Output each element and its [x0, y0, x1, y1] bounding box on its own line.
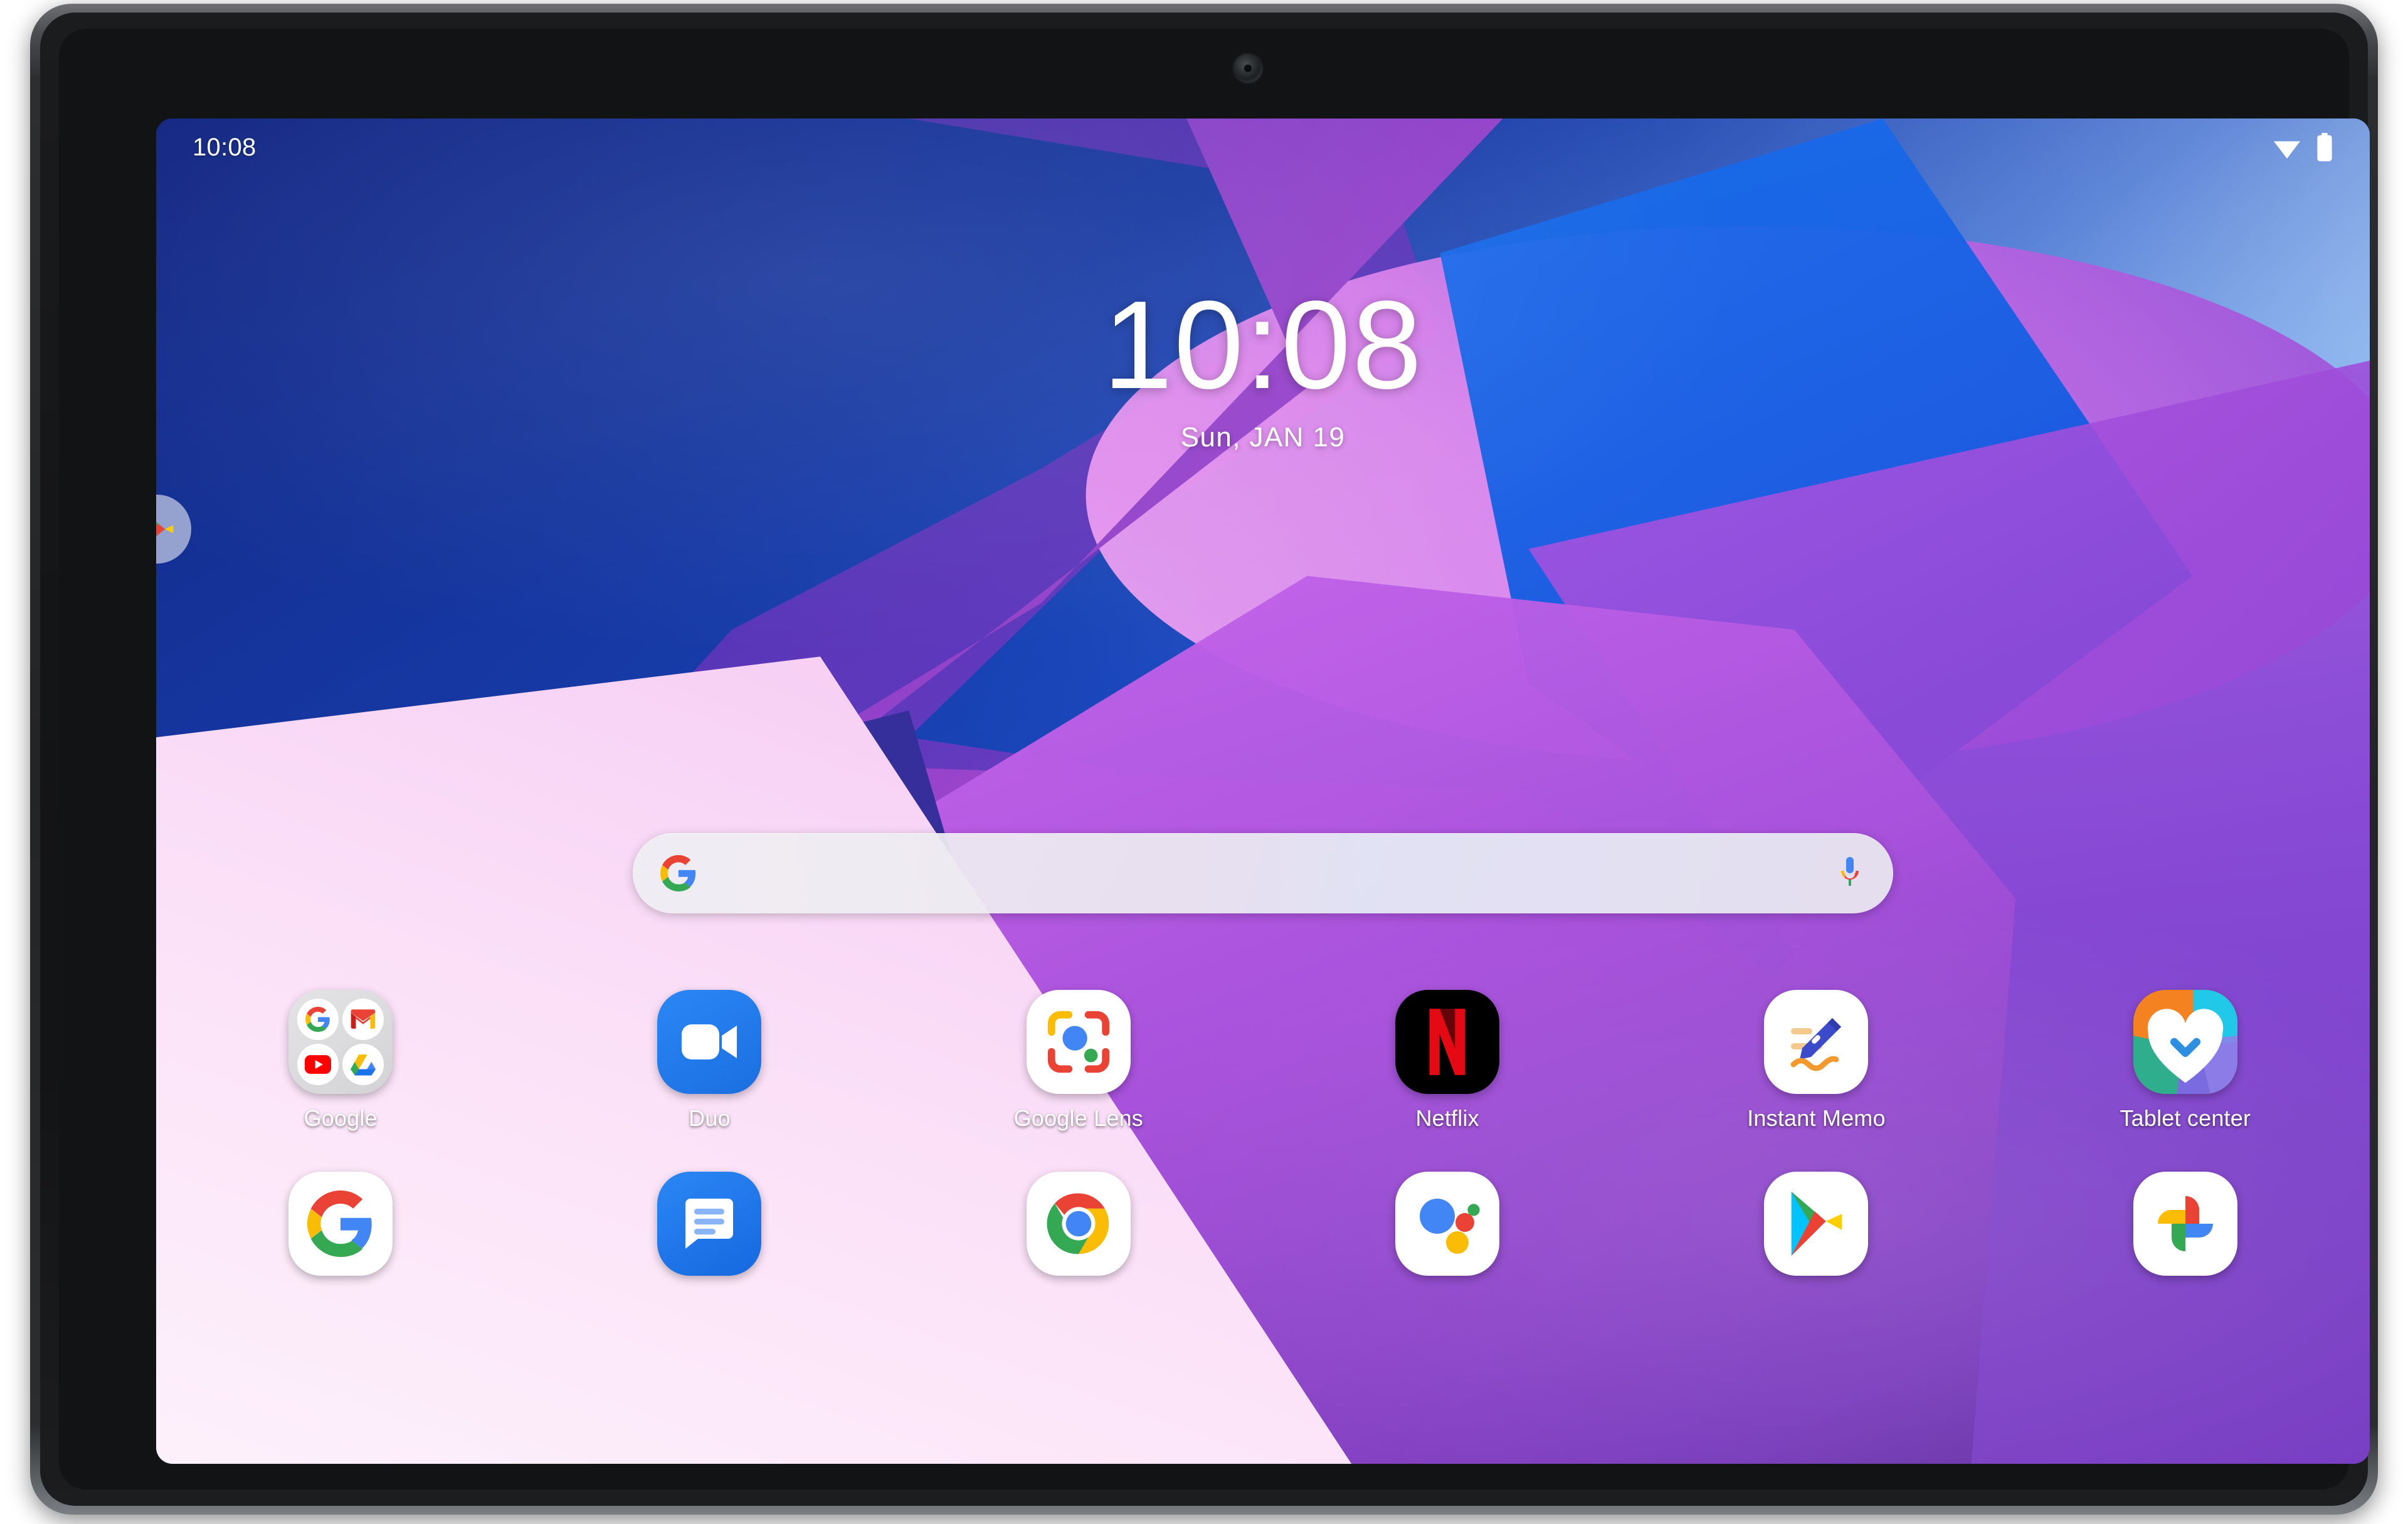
app-grid: Google Duo Google Lens Netflix Instant M… [156, 990, 2370, 1287]
microphone-icon[interactable] [1834, 854, 1866, 892]
google-lens-icon [1026, 990, 1131, 1094]
app-item-play-store[interactable] [1632, 1172, 2000, 1287]
app-label: Google Lens [1013, 1105, 1143, 1131]
clock-widget[interactable]: 10:08 Sun, JAN 19 [156, 283, 2370, 453]
status-bar-clock: 10:08 [193, 133, 256, 161]
app-label: Google [304, 1105, 378, 1131]
status-bar: 10:08 [156, 118, 2370, 176]
app-label: Instant Memo [1747, 1105, 1886, 1131]
google-search-icon [288, 1172, 393, 1276]
google-chrome-icon [1026, 1172, 1131, 1276]
tablet-inner-frame: 10:08 10:08 Sun, JAN 19 Google Duo Googl… [40, 13, 2370, 1506]
app-item-chrome[interactable] [894, 1172, 1263, 1287]
app-item-google-assistant[interactable] [1263, 1172, 1632, 1287]
battery-icon [2316, 133, 2333, 162]
google-play-store-icon [1764, 1172, 1869, 1276]
netflix-icon [1395, 990, 1500, 1094]
folder-app-youtube [297, 1044, 339, 1085]
app-label: Duo [689, 1105, 731, 1131]
folder-app-google-search [297, 999, 339, 1040]
instant-memo-icon [1764, 990, 1869, 1094]
app-item-netflix[interactable]: Netflix [1263, 990, 1632, 1132]
front-camera-icon [1233, 54, 1262, 83]
clock-widget-date: Sun, JAN 19 [1180, 422, 1346, 453]
status-bar-icons [2272, 133, 2333, 162]
clock-widget-time: 10:08 [1102, 275, 1423, 415]
app-item-google-search[interactable] [156, 1172, 525, 1287]
google-assistant-icon [1395, 1172, 1500, 1276]
tablet-screen: 10:08 10:08 Sun, JAN 19 Google Duo Googl… [156, 118, 2370, 1464]
tablet-device: 10:08 10:08 Sun, JAN 19 Google Duo Googl… [30, 4, 2378, 1515]
app-item-google-lens[interactable]: Google Lens [894, 990, 1263, 1132]
google-messages-icon [657, 1172, 762, 1276]
google-duo-icon [657, 990, 762, 1094]
google-g-icon [660, 855, 697, 891]
app-row-1: Google Duo Google Lens Netflix Instant M… [156, 990, 2370, 1132]
app-item-google-folder[interactable]: Google [156, 990, 525, 1132]
app-label: Tablet center [2120, 1105, 2251, 1131]
tablet-bezel: 10:08 10:08 Sun, JAN 19 Google Duo Googl… [59, 29, 2370, 1490]
tablet-center-icon [2133, 990, 2237, 1094]
play-store-icon [156, 507, 179, 551]
google-search-bar[interactable] [633, 833, 1893, 913]
app-item-messages[interactable] [525, 1172, 894, 1287]
app-item-tablet-center[interactable]: Tablet center [2001, 990, 2370, 1132]
app-row-2 [156, 1172, 2370, 1287]
google-photos-icon [2133, 1172, 2237, 1276]
search-input[interactable] [697, 833, 1834, 913]
app-item-instant-memo[interactable]: Instant Memo [1632, 990, 2000, 1132]
folder-app-google-drive [342, 1044, 384, 1085]
folder-app-gmail [342, 999, 384, 1040]
google-folder-icon [288, 990, 393, 1094]
app-item-google-photos[interactable] [2001, 1172, 2370, 1287]
app-item-duo[interactable]: Duo [525, 990, 894, 1132]
app-label: Netflix [1415, 1105, 1479, 1131]
wifi-icon [2272, 135, 2302, 160]
